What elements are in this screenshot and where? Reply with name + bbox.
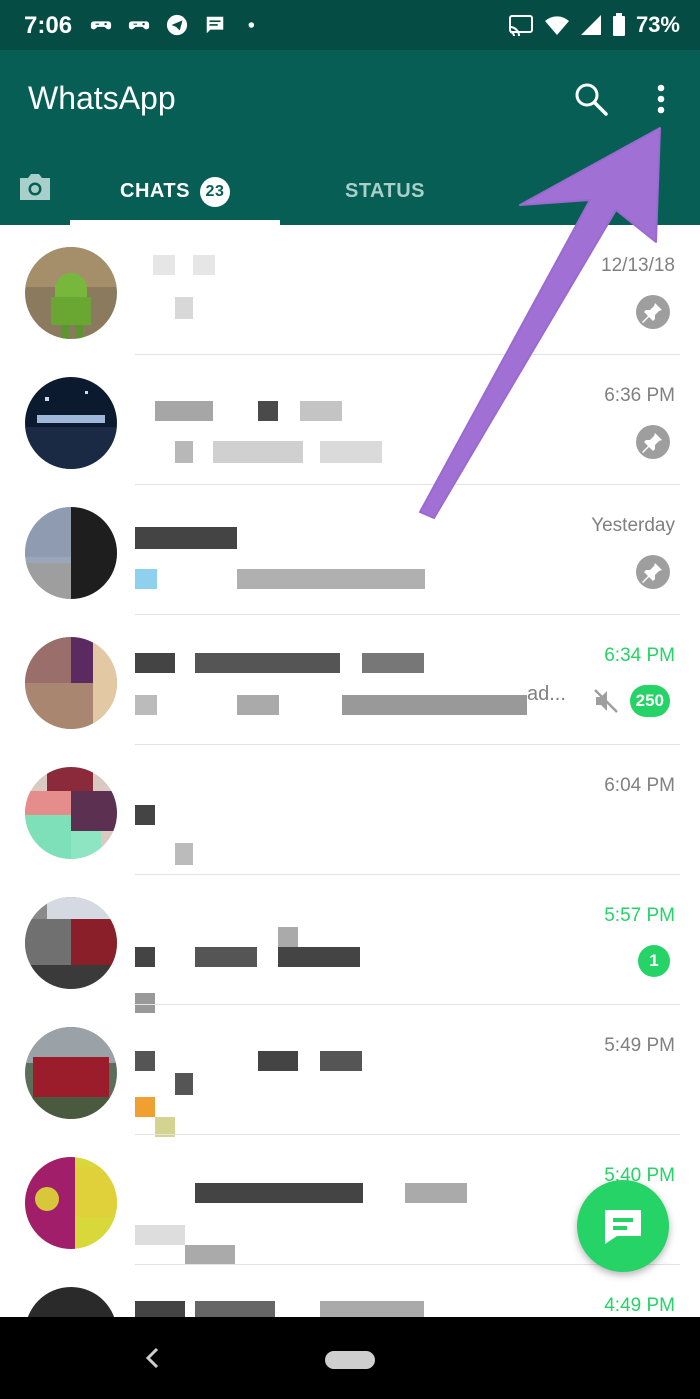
redacted-name [405,1183,467,1203]
search-icon[interactable] [572,80,610,118]
redacted-name [300,401,342,421]
avatar[interactable] [25,247,117,339]
tab-chats-label: CHATS [120,180,190,202]
chat-time: 5:57 PM [604,905,675,926]
tab-status[interactable]: STATUS [300,158,470,225]
redacted-name [258,401,278,421]
more-vert-icon[interactable] [646,80,676,118]
redacted-name [195,1183,363,1203]
status-time: 7:06 [24,12,73,39]
redacted-preview [237,569,425,589]
app-bar: WhatsApp CHATS 23 STATUS [0,50,700,225]
redacted-preview [213,441,303,463]
redacted-name [195,947,257,967]
tab-bar: CHATS 23 STATUS [0,158,700,225]
tab-calls[interactable] [520,158,700,225]
redacted-preview [237,695,279,715]
new-chat-button[interactable] [577,1180,669,1272]
redacted-preview [175,441,193,463]
redacted-name [278,947,360,967]
preview-trail-text: ad... [527,683,566,705]
redacted-preview [320,441,382,463]
chat-time: 6:04 PM [604,775,675,796]
redacted-preview [175,843,193,865]
pin-icon [636,555,670,589]
redacted-name [195,653,340,673]
redacted-preview [175,297,193,319]
redacted-name [258,1051,298,1071]
chat-row[interactable]: ad... 6:34 PM 250 [0,615,700,745]
back-icon[interactable] [140,1345,166,1371]
chat-row[interactable]: 12/13/18 [0,225,700,355]
redacted-name [320,1051,362,1071]
battery-icon [612,13,625,36]
redacted-name [135,1051,155,1071]
pin-icon [636,295,670,329]
chat-row[interactable]: 6:04 PM [0,745,700,875]
avatar[interactable] [25,897,117,989]
telegram-icon [166,14,188,36]
redacted-name [193,255,215,275]
redacted-preview [342,695,527,715]
chat-time: Yesterday [591,515,675,536]
gamepad-icon [128,21,150,30]
chat-time: 6:36 PM [604,385,675,406]
wifi-icon [544,16,569,35]
redacted-preview [135,1097,155,1117]
unread-badge: 250 [629,685,670,717]
signal-icon [580,15,601,35]
chat-time: 12/13/18 [601,255,675,276]
chat-time: 5:49 PM [604,1035,675,1056]
message-icon [206,16,224,34]
redacted-preview [185,1245,235,1265]
unread-badge: 1 [638,945,670,977]
redacted-preview [175,1073,193,1095]
home-pill-icon[interactable] [325,1351,375,1369]
muted-icon [594,689,618,713]
avatar[interactable] [25,1027,117,1119]
dot-icon [248,22,255,28]
avatar[interactable] [25,1157,117,1249]
status-right: 73% [508,12,680,38]
redacted-name [135,653,175,673]
avatar[interactable] [25,637,117,729]
redacted-preview [135,695,157,715]
redacted-name [135,947,155,967]
pin-icon [636,425,670,459]
avatar[interactable] [25,507,117,599]
avatar[interactable] [25,767,117,859]
chat-row[interactable]: 6:36 PM [0,355,700,485]
new-chat-icon [605,1210,641,1244]
tab-status-label: STATUS [344,180,426,202]
redacted-name [135,527,237,549]
redacted-name [362,653,424,673]
chat-time: 4:49 PM [604,1295,675,1316]
redacted-name [155,401,213,421]
status-bar: 7:06 73% [0,0,700,50]
app-title: WhatsApp [28,80,176,116]
avatar[interactable] [25,377,117,469]
chats-count-badge: 23 [199,176,230,207]
navigation-bar [0,1317,700,1399]
cast-icon [508,15,533,36]
redacted-preview [135,1225,185,1245]
battery-percent: 73% [635,12,680,37]
chat-time: 6:34 PM [604,645,675,666]
redacted-name [278,927,298,947]
redacted-name [153,255,175,275]
tab-chats[interactable]: CHATS 23 [70,158,280,225]
chat-row[interactable]: 5:57 PM 1 [0,875,700,1013]
camera-icon[interactable] [16,170,54,204]
redacted-name [135,805,155,825]
redacted-preview [135,569,157,589]
chat-row[interactable]: 5:49 PM [0,1005,700,1137]
chat-row[interactable]: Yesterday [0,485,700,615]
gamepad-icon [90,21,112,30]
